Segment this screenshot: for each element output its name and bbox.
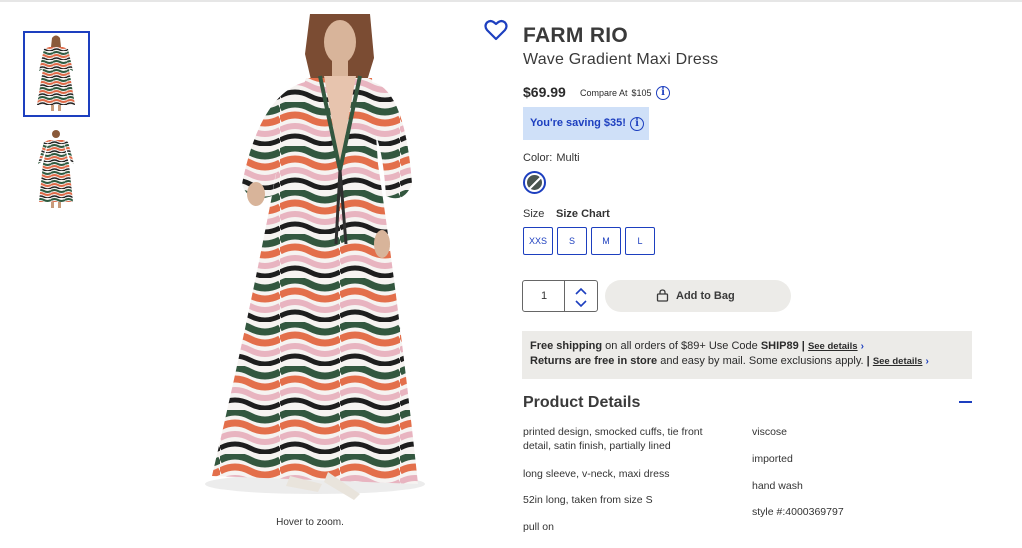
size-button-xxs[interactable]: XXS bbox=[523, 227, 553, 255]
top-divider bbox=[0, 0, 1022, 2]
detail-item: style #:4000369797 bbox=[752, 506, 844, 518]
returns-bold-text: Returns are free in store bbox=[530, 355, 658, 367]
add-to-bag-label: Add to Bag bbox=[676, 290, 735, 302]
see-details-link[interactable]: See details bbox=[808, 341, 858, 352]
shipping-line: Free shipping on all orders of $89+ Use … bbox=[530, 340, 864, 352]
shipping-info-panel: Free shipping on all orders of $89+ Use … bbox=[522, 331, 972, 379]
detail-item: pull on bbox=[523, 521, 554, 533]
product-details-title[interactable]: Product Details bbox=[523, 394, 640, 412]
size-chart-link[interactable]: Size Chart bbox=[556, 208, 610, 220]
product-image[interactable] bbox=[160, 14, 480, 504]
compare-at-price: Compare At $105 bbox=[580, 88, 652, 98]
saving-badge: You're saving $35! i bbox=[523, 107, 649, 140]
size-button-l[interactable]: L bbox=[625, 227, 655, 255]
detail-item: viscose bbox=[752, 426, 788, 438]
product-name: Wave Gradient Maxi Dress bbox=[523, 51, 719, 68]
brand-name[interactable]: FARM RIO bbox=[523, 24, 628, 48]
returns-text: and easy by mail. Some exclusions apply. bbox=[657, 355, 867, 367]
color-label: Color: Multi bbox=[523, 152, 580, 164]
saving-info-icon[interactable]: i bbox=[630, 117, 644, 131]
price: $69.99 bbox=[523, 84, 566, 100]
chevron-down-icon[interactable] bbox=[573, 297, 589, 309]
detail-item: printed design, smocked cuffs, tie front… bbox=[523, 426, 703, 452]
quantity-stepper[interactable]: 1 bbox=[522, 280, 598, 312]
chevron-right-icon[interactable]: › bbox=[861, 341, 864, 352]
thumbnail-back[interactable] bbox=[23, 126, 90, 212]
returns-line: Returns are free in store and easy by ma… bbox=[530, 355, 929, 367]
quantity-divider bbox=[564, 281, 565, 311]
shipping-code: SHIP89 bbox=[760, 340, 799, 352]
swatch-fill bbox=[527, 175, 542, 190]
compare-label: Compare At bbox=[580, 88, 628, 98]
heart-icon[interactable] bbox=[484, 19, 508, 41]
chevron-up-icon[interactable] bbox=[573, 284, 589, 296]
info-icon[interactable]: i bbox=[656, 86, 670, 100]
separator: | bbox=[798, 340, 808, 352]
color-swatch-multi[interactable] bbox=[523, 171, 546, 194]
quantity-value[interactable]: 1 bbox=[523, 281, 565, 311]
chevron-right-icon[interactable]: › bbox=[926, 356, 929, 367]
add-to-bag-button[interactable]: Add to Bag bbox=[605, 280, 791, 312]
size-label: Size bbox=[523, 208, 545, 220]
saving-text: You're saving $35! bbox=[530, 117, 626, 129]
size-button-m[interactable]: M bbox=[591, 227, 621, 255]
shipping-text: on all orders of $89+ Use Code bbox=[602, 340, 761, 352]
bag-icon bbox=[656, 289, 669, 302]
color-value: Multi bbox=[556, 152, 580, 164]
collapse-icon[interactable] bbox=[959, 401, 972, 403]
free-shipping-text: Free shipping bbox=[530, 340, 603, 352]
color-label-text: Color: bbox=[523, 152, 553, 164]
compare-value: $105 bbox=[631, 88, 652, 98]
size-button-s[interactable]: S bbox=[557, 227, 587, 255]
detail-item: long sleeve, v-neck, maxi dress bbox=[523, 468, 670, 480]
detail-item: imported bbox=[752, 453, 793, 465]
detail-item: hand wash bbox=[752, 480, 803, 492]
see-details-link[interactable]: See details bbox=[873, 356, 923, 367]
detail-item: 52in long, taken from size S bbox=[523, 494, 653, 506]
thumbnail-front[interactable] bbox=[23, 31, 90, 117]
zoom-hint: Hover to zoom. bbox=[276, 517, 344, 528]
